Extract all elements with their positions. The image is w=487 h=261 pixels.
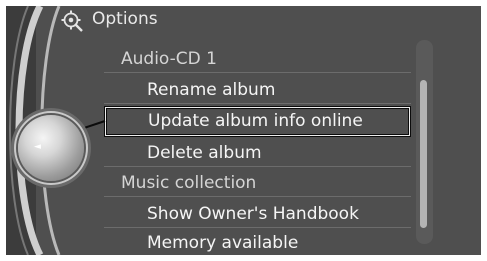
controller-knob[interactable]: [18, 115, 84, 181]
left-arrow-icon: ◄: [34, 142, 41, 152]
idrive-options-screen: Options Audio-CD 1 Rename album Update a…: [6, 6, 481, 255]
